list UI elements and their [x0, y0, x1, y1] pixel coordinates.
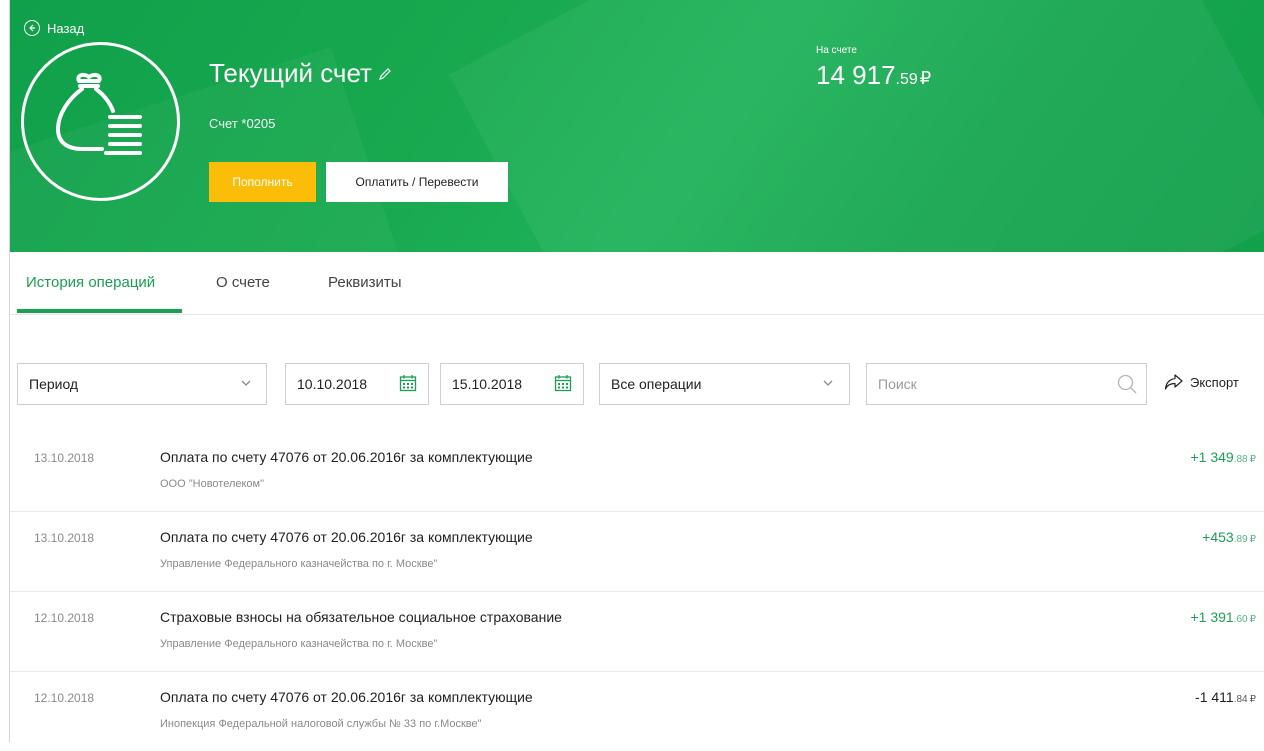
operation-counterparty: Инопекция Федеральной налоговой службы №… — [160, 718, 482, 730]
account-header: Назад Текущий счет Счет *0205 Пополнить … — [10, 0, 1264, 252]
account-title: Текущий счет — [209, 58, 392, 89]
operation-date: 12.10.2018 — [34, 611, 95, 625]
date-to-value: 15.10.2018 — [452, 376, 523, 392]
currency-ruble-icon: ₽ — [1249, 454, 1256, 465]
operation-date: 13.10.2018 — [34, 451, 95, 465]
date-from-value: 10.10.2018 — [297, 376, 368, 392]
operations-type-select[interactable]: Все операции — [599, 363, 850, 405]
chevron-down-icon — [241, 380, 251, 386]
balance-kopecks: .59 — [895, 71, 918, 88]
calendar-icon[interactable] — [399, 374, 417, 392]
operation-row[interactable]: 13.10.2018 Оплата по счету 47076 от 20.0… — [10, 511, 1264, 592]
operation-row[interactable]: 12.10.2018 Страховые взносы на обязатель… — [10, 591, 1264, 672]
tab-about-account[interactable]: О счете — [216, 274, 270, 291]
search-input[interactable]: Поиск — [866, 363, 1147, 405]
pencil-icon[interactable] — [378, 67, 392, 81]
search-placeholder: Поиск — [878, 376, 917, 392]
period-select[interactable]: Период — [17, 363, 267, 405]
operation-row[interactable]: 12.10.2018 Оплата по счету 47076 от 20.0… — [10, 671, 1264, 751]
operation-amount: -1 411.84 ₽ — [1195, 689, 1256, 705]
active-tab-indicator — [17, 309, 182, 313]
balance-amount: 14 917.59 ₽ — [816, 60, 931, 91]
operation-title: Оплата по счету 47076 от 20.06.2016г за … — [160, 689, 533, 705]
operation-counterparty: ООО "Новотелеком" — [160, 478, 265, 490]
topup-button[interactable]: Пополнить — [209, 162, 316, 202]
operation-date: 13.10.2018 — [34, 531, 95, 545]
operations-type-value: Все операции — [611, 376, 702, 392]
currency-ruble-icon: ₽ — [919, 68, 932, 88]
back-label: Назад — [47, 20, 85, 36]
tab-history[interactable]: История операций — [26, 274, 155, 291]
operation-date: 12.10.2018 — [34, 691, 95, 705]
currency-ruble-icon: ₽ — [1249, 694, 1256, 705]
operation-counterparty: Управление Федерального казначейства по … — [160, 638, 438, 650]
account-title-text: Текущий счет — [209, 58, 372, 88]
balance-label: На счете — [816, 45, 857, 56]
pay-transfer-button[interactable]: Оплатить / Перевести — [326, 162, 508, 202]
search-icon[interactable] — [1117, 374, 1137, 394]
operation-amount: +1 391.60 ₽ — [1190, 609, 1257, 625]
account-number: Счет *0205 — [209, 116, 276, 131]
chevron-down-icon — [823, 380, 833, 386]
operation-amount: +1 349.88 ₽ — [1190, 449, 1257, 465]
tab-requisites[interactable]: Реквизиты — [328, 274, 402, 291]
currency-ruble-icon: ₽ — [1249, 534, 1256, 545]
operation-amount: +453.89 ₽ — [1202, 529, 1256, 545]
operation-counterparty: Управление Федерального казначейства по … — [160, 558, 438, 570]
share-arrow-icon — [1164, 374, 1183, 390]
date-to-field[interactable]: 15.10.2018 — [440, 363, 584, 405]
period-value: Период — [29, 376, 79, 392]
export-button[interactable]: Экспорт — [1164, 373, 1239, 391]
balance-main: 14 917 — [816, 60, 896, 90]
export-label: Экспорт — [1190, 374, 1239, 390]
back-link[interactable]: Назад — [24, 20, 84, 36]
money-bag-icon — [21, 42, 180, 201]
operation-row[interactable]: 13.10.2018 Оплата по счету 47076 от 20.0… — [10, 431, 1264, 512]
back-arrow-icon — [24, 20, 40, 36]
operation-title: Страховые взносы на обязательное социаль… — [160, 609, 562, 625]
operation-title: Оплата по счету 47076 от 20.06.2016г за … — [160, 529, 533, 545]
operation-title: Оплата по счету 47076 от 20.06.2016г за … — [160, 449, 533, 465]
currency-ruble-icon: ₽ — [1249, 614, 1256, 625]
account-tabs: История операций О счете Реквизиты — [10, 252, 1264, 315]
calendar-icon[interactable] — [554, 374, 572, 392]
date-from-field[interactable]: 10.10.2018 — [285, 363, 429, 405]
